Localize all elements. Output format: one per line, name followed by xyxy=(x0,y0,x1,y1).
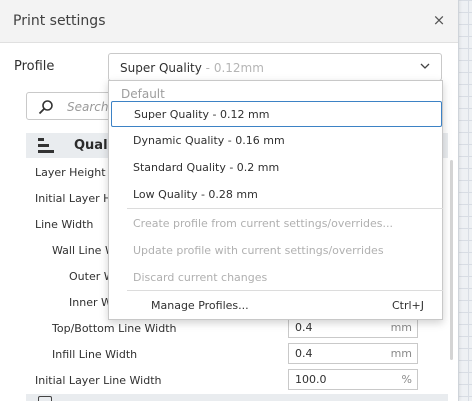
settings-scrollbar[interactable] xyxy=(450,160,453,360)
field-value: 0.4 xyxy=(295,321,313,334)
section-icon xyxy=(38,396,52,401)
profile-option-label: Low Quality - 0.28 mm xyxy=(133,188,258,201)
profile-label: Profile xyxy=(14,59,55,74)
setting-inner-wall-line-width: Inner W xyxy=(69,296,112,309)
section-label: Quali xyxy=(74,138,112,153)
setting-initial-layer-height: Initial Layer H xyxy=(35,192,112,205)
setting-top-bottom-line-width: Top/Bottom Line Width xyxy=(52,322,177,335)
action-label: Discard current changes xyxy=(133,271,268,284)
infill-line-width-input[interactable]: 0.4 mm xyxy=(288,343,418,364)
create-profile-action[interactable]: Create profile from current settings/ove… xyxy=(109,211,442,237)
profile-option-label: Super Quality - 0.12 mm xyxy=(134,108,270,121)
dropdown-separator xyxy=(127,208,443,209)
setting-infill-line-width: Infill Line Width xyxy=(52,348,138,361)
profile-selected: Super Quality - 0.12mm xyxy=(120,61,264,75)
initial-layer-line-width-input[interactable]: 100.0 % xyxy=(288,369,418,390)
profile-option-low-quality[interactable]: Low Quality - 0.28 mm xyxy=(109,182,442,208)
action-label: Create profile from current settings/ove… xyxy=(133,217,394,230)
setting-layer-height: Layer Height xyxy=(35,166,106,179)
field-unit: mm xyxy=(390,347,412,360)
setting-line-width: Line Width xyxy=(35,218,94,231)
search-placeholder: Search xyxy=(67,100,109,114)
search-icon xyxy=(38,100,53,115)
profile-selected-suffix: - 0.12mm xyxy=(201,61,264,75)
window-title: Print settings xyxy=(13,13,106,29)
profile-select[interactable]: Super Quality - 0.12mm xyxy=(108,53,442,81)
profile-selected-name: Super Quality xyxy=(120,61,202,75)
chevron-down-icon xyxy=(420,63,430,69)
manage-profiles-label: Manage Profiles... xyxy=(151,299,249,312)
action-label: Update profile with current settings/ove… xyxy=(133,244,384,257)
setting-initial-layer-line-width: Initial Layer Line Width xyxy=(35,374,162,387)
field-value: 100.0 xyxy=(295,373,327,386)
profile-option-label: Dynamic Quality - 0.16 mm xyxy=(133,134,285,147)
profile-dropdown-menu: Default Super Quality - 0.12 mm Dynamic … xyxy=(108,80,443,320)
profile-option-dynamic-quality[interactable]: Dynamic Quality - 0.16 mm xyxy=(109,128,442,154)
manage-profiles-action[interactable]: Manage Profiles... Ctrl+J xyxy=(109,293,442,319)
dropdown-separator xyxy=(127,290,443,291)
close-icon[interactable]: × xyxy=(431,12,447,28)
manage-profiles-shortcut: Ctrl+J xyxy=(391,299,424,312)
profile-option-standard-quality[interactable]: Standard Quality - 0.2 mm xyxy=(109,155,442,181)
update-profile-action[interactable]: Update profile with current settings/ove… xyxy=(109,238,442,264)
field-unit: mm xyxy=(390,321,412,334)
profile-option-label: Standard Quality - 0.2 mm xyxy=(133,161,280,174)
field-unit: % xyxy=(401,373,412,386)
title-bar: Print settings × xyxy=(0,0,458,43)
discard-changes-action[interactable]: Discard current changes xyxy=(109,265,442,291)
quality-section-icon xyxy=(38,138,54,153)
next-section-header[interactable] xyxy=(26,394,448,401)
dropdown-header: Default xyxy=(121,87,165,101)
setting-wall-line-width: Wall Line W xyxy=(52,244,116,257)
top-bottom-line-width-input[interactable]: 0.4 mm xyxy=(288,317,418,338)
field-value: 0.4 xyxy=(295,347,313,360)
profile-option-super-quality[interactable]: Super Quality - 0.12 mm xyxy=(111,101,442,127)
